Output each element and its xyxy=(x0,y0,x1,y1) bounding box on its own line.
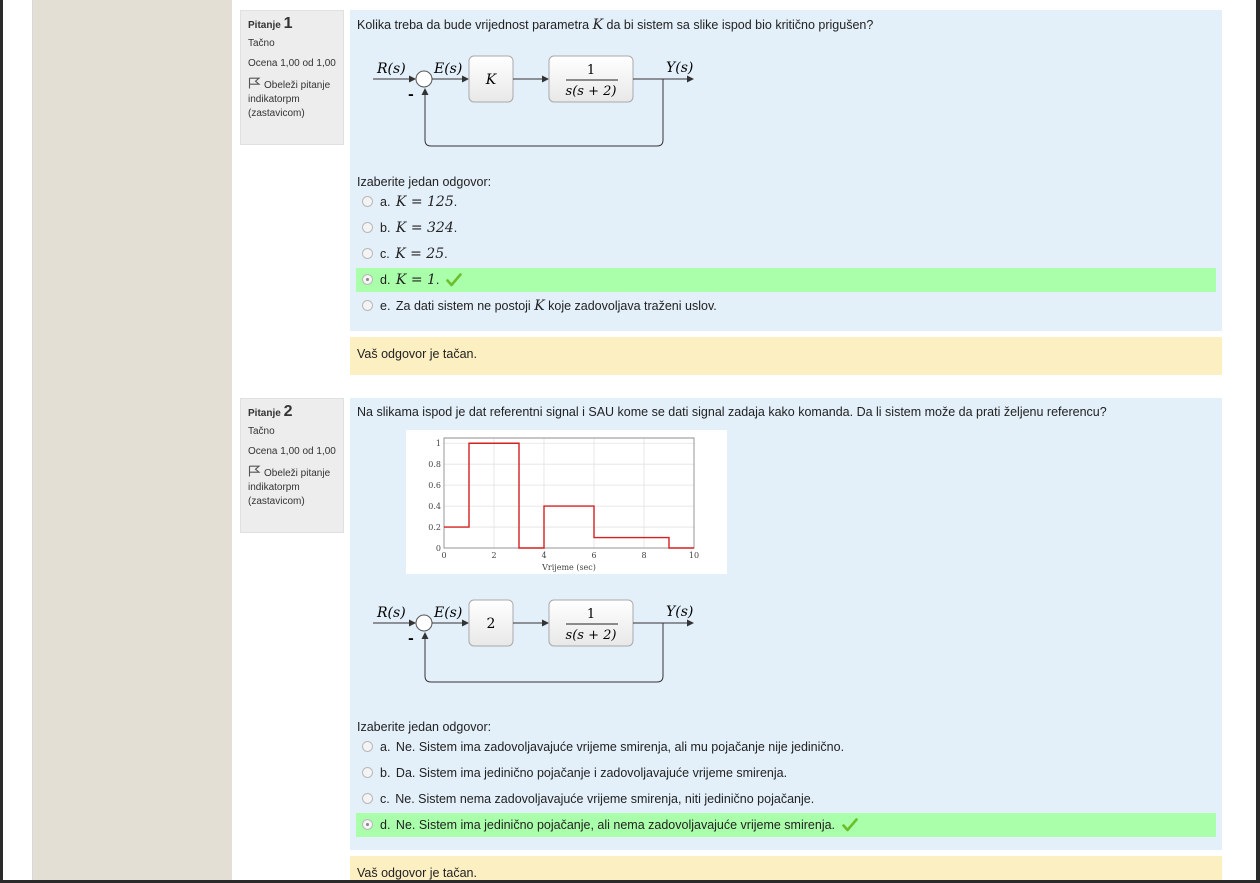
radio-button[interactable] xyxy=(362,793,373,804)
question-grade: Ocena 1,00 od 1,00 xyxy=(248,58,336,69)
x-tick-label: 6 xyxy=(591,551,596,560)
radio-button[interactable] xyxy=(362,222,373,233)
question-status: Tačno xyxy=(248,426,275,437)
flag-icon xyxy=(248,465,261,477)
radio-button[interactable] xyxy=(362,767,373,778)
x-tick-label: 4 xyxy=(541,551,546,560)
x-tick-label: 2 xyxy=(491,551,496,560)
answer-option-b[interactable]: b. K = 324. xyxy=(356,216,1216,240)
question-label: Pitanje xyxy=(248,408,281,419)
y-tick-label: 0.6 xyxy=(428,481,441,490)
answer-prompt: Izaberite jedan odgovor: xyxy=(357,720,492,734)
x-tick-label: 0 xyxy=(441,551,446,560)
question-status: Tačno xyxy=(248,38,275,49)
plant-denominator: s(s + 2) xyxy=(566,84,617,99)
answer-option-d[interactable]: d. Ne. Sistem ima jedinično pojačanje, a… xyxy=(356,813,1216,837)
answer-option-b[interactable]: b. Da. Sistem ima jedinično pojačanje i … xyxy=(356,761,1216,785)
input-label: R(s) xyxy=(376,605,406,621)
x-tick-label: 10 xyxy=(689,551,699,560)
browser-page: Pitanje 1 Tačno Ocena 1,00 od 1,00 Obele… xyxy=(3,0,1256,880)
radio-button-selected[interactable] xyxy=(362,274,373,285)
page-margin xyxy=(3,0,33,880)
plot-area xyxy=(443,437,695,549)
gain-label: 2 xyxy=(487,616,496,632)
radio-button[interactable] xyxy=(362,196,373,207)
output-label: Y(s) xyxy=(666,604,693,620)
block-diagram: R(s) E(s) K 1 s(s + 2) Y(s) - xyxy=(373,55,694,147)
x-tick-label: 8 xyxy=(641,551,646,560)
question-grade: Ocena 1,00 od 1,00 xyxy=(248,446,336,457)
block-diagram: R(s) E(s) 2 1 s(s + 2) Y(s) - xyxy=(373,599,694,683)
y-tick-label: 0.2 xyxy=(428,523,441,532)
question-text: Kolika treba da bude vrijednost parametr… xyxy=(357,17,874,33)
answer-prompt: Izaberite jedan odgovor: xyxy=(357,175,492,189)
question-number: 1 xyxy=(283,15,293,32)
correct-check-icon xyxy=(446,271,462,295)
question-number: 2 xyxy=(283,403,293,420)
y-tick-label: 0.4 xyxy=(428,502,441,511)
answer-option-c[interactable]: c. Ne. Sistem nema zadovoljavajuće vrije… xyxy=(356,787,1216,811)
minus-sign: - xyxy=(408,631,414,647)
error-label: E(s) xyxy=(433,605,462,621)
y-tick-label: 0 xyxy=(436,544,441,553)
minus-sign: - xyxy=(408,87,414,103)
question-box-1: Kolika treba da bude vrijednost parametr… xyxy=(350,10,1222,331)
answer-option-d[interactable]: d. K = 1. xyxy=(356,268,1216,292)
radio-button[interactable] xyxy=(362,248,373,259)
answer-option-a[interactable]: a. Ne. Sistem ima zadovoljavajuće vrijem… xyxy=(356,735,1216,759)
radio-button-selected[interactable] xyxy=(362,819,373,830)
reference-signal-chart: 0 2 4 6 8 10 0 0.2 0.4 0.6 0.8 1 Vrijeme (sec) xyxy=(406,430,727,574)
input-label: R(s) xyxy=(376,61,406,77)
question-info-2: Pitanje 2 Tačno Ocena 1,00 od 1,00 Obele… xyxy=(240,398,344,533)
question-label: Pitanje xyxy=(248,20,281,31)
answer-option-c[interactable]: c. K = 25. xyxy=(356,242,1216,266)
x-axis-label: Vrijeme (sec) xyxy=(541,563,596,572)
output-label: Y(s) xyxy=(666,60,693,76)
plant-denominator: s(s + 2) xyxy=(566,628,617,643)
answer-option-a[interactable]: a. K = 125. xyxy=(356,190,1216,214)
feedback-box-2: Vaš odgovor je tačan. xyxy=(350,856,1222,880)
plant-numerator: 1 xyxy=(587,607,595,622)
radio-button[interactable] xyxy=(362,300,373,311)
correct-check-icon xyxy=(841,816,858,840)
flag-icon xyxy=(248,77,261,89)
error-label: E(s) xyxy=(433,61,462,77)
gain-label: K xyxy=(485,72,498,88)
question-text: Na slikama ispod je dat referentni signa… xyxy=(357,405,1107,419)
y-tick-label: 1 xyxy=(436,439,441,448)
quiz-content: Pitanje 1 Tačno Ocena 1,00 od 1,00 Obele… xyxy=(232,0,1256,880)
feedback-box-1: Vaš odgovor je tačan. xyxy=(350,337,1222,375)
flag-question-button[interactable]: Obeleži pitanje indikatorpm (zastavicom) xyxy=(248,77,337,121)
plant-numerator: 1 xyxy=(587,63,595,78)
y-tick-label: 0.8 xyxy=(428,460,441,469)
question-info-1: Pitanje 1 Tačno Ocena 1,00 od 1,00 Obele… xyxy=(240,10,344,145)
side-column xyxy=(33,0,232,880)
flag-question-button[interactable]: Obeleži pitanje indikatorpm (zastavicom) xyxy=(248,465,337,509)
answer-option-e[interactable]: e. Za dati sistem ne postoji K koje zado… xyxy=(356,294,1216,318)
radio-button[interactable] xyxy=(362,741,373,752)
question-box-2: Na slikama ispod je dat referentni signa… xyxy=(350,398,1222,850)
